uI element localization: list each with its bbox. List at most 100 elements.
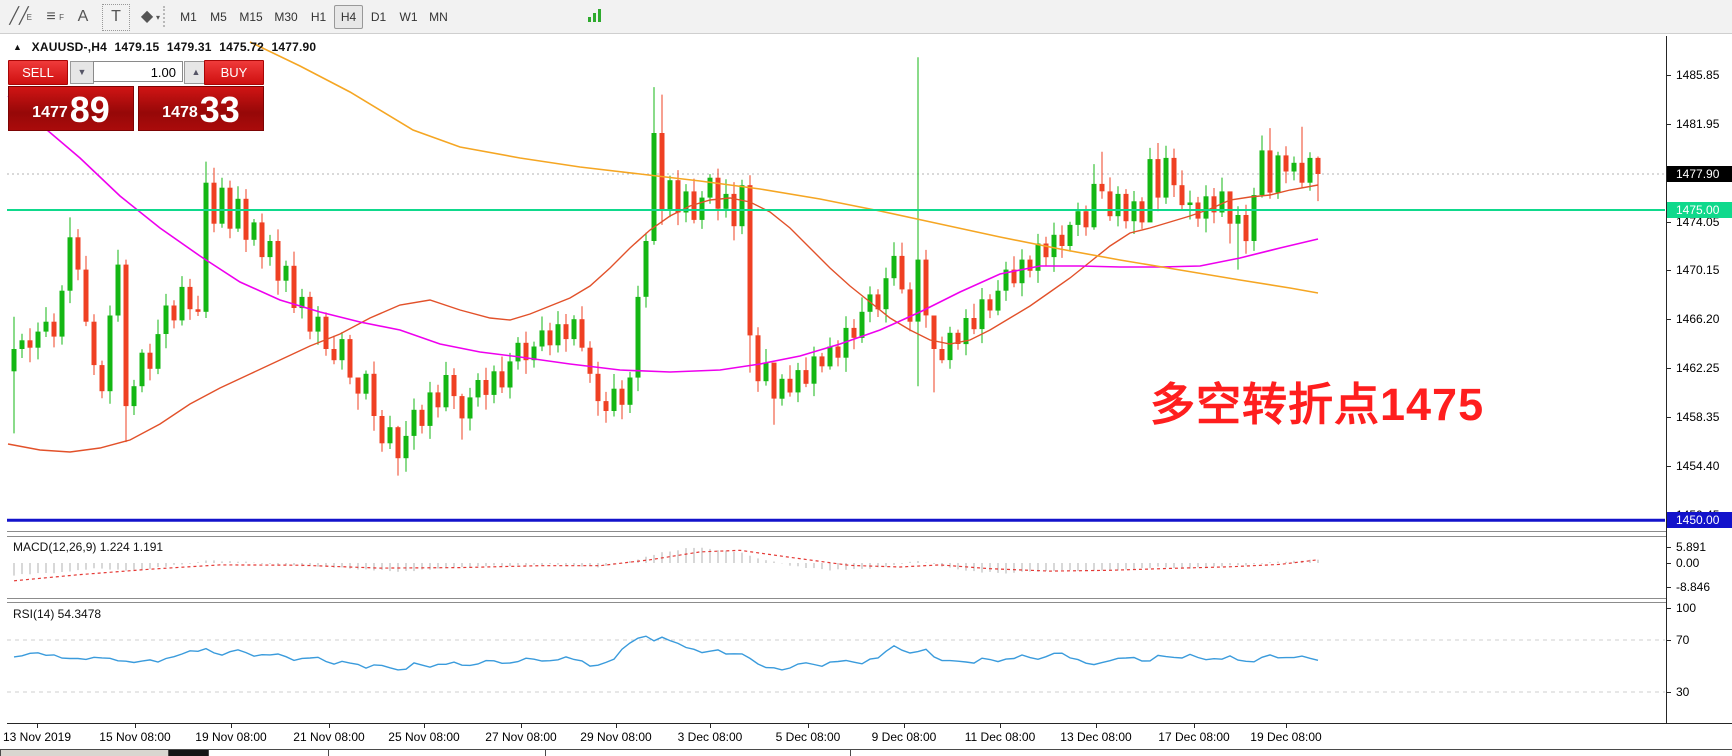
panel-divider[interactable] <box>7 531 1666 532</box>
macd-indicator-panel[interactable] <box>7 537 1666 598</box>
indicator-axis-tick <box>1667 563 1671 564</box>
time-axis-label: 9 Dec 08:00 <box>872 730 937 744</box>
indicator-axis-tick <box>1667 547 1671 548</box>
trading-terminal: ╱╱E≡FAT◆▾ M1M5M15M30H1H4D1W1MN ▲ XAUUSD-… <box>0 0 1732 756</box>
time-axis-tick <box>1194 724 1195 728</box>
current-price-badge: 1477.90 <box>1667 166 1732 182</box>
price-axis-tick <box>1667 124 1671 125</box>
fibonacci-tool-icon[interactable]: ≡F <box>38 4 64 29</box>
chart-tab-segment[interactable] <box>328 750 545 756</box>
time-axis-tick <box>135 724 136 728</box>
time-axis-tick <box>521 724 522 728</box>
rsi-label: RSI(14) 54.3478 <box>13 607 101 621</box>
time-axis-label: 13 Nov 2019 <box>3 730 71 744</box>
price-axis-label: 1470.15 <box>1676 263 1719 277</box>
timeframe-button-m1[interactable]: M1 <box>174 5 203 29</box>
buy-price-small: 1478 <box>162 98 198 128</box>
indicator-axis-label: 30 <box>1676 685 1689 699</box>
buy-price-big: 33 <box>200 92 240 128</box>
chart-tab-segment[interactable] <box>168 750 208 756</box>
chart-tab-segment[interactable] <box>545 750 850 756</box>
chart-text-annotation: 多空转折点1475 <box>1150 368 1484 433</box>
toolbar: ╱╱E≡FAT◆▾ M1M5M15M30H1H4D1W1MN <box>0 0 1732 34</box>
time-axis-label: 27 Nov 08:00 <box>485 730 556 744</box>
time-axis-tick <box>904 724 905 728</box>
high-value: 1479.31 <box>167 40 212 54</box>
sell-quote[interactable]: 1477 89 <box>8 86 134 131</box>
time-axis-tick <box>808 724 809 728</box>
time-axis-label: 25 Nov 08:00 <box>388 730 459 744</box>
time-axis-label: 17 Dec 08:00 <box>1158 730 1229 744</box>
time-axis-label: 3 Dec 08:00 <box>678 730 743 744</box>
timeframe-button-m30[interactable]: M30 <box>269 5 303 29</box>
price-axis-tick <box>1667 466 1671 467</box>
rsi-indicator-panel[interactable] <box>7 603 1666 722</box>
time-axis[interactable]: 13 Nov 201915 Nov 08:0019 Nov 08:0021 No… <box>7 723 1732 750</box>
chart-tabs-strip[interactable] <box>0 749 1732 756</box>
quote-row: 1477 89 1478 33 <box>8 86 264 131</box>
trade-controls-row: SELL ▼ 1.00 ▲ BUY <box>8 60 264 84</box>
indicator-axis-label: -8.846 <box>1676 580 1710 594</box>
indicator-axis-tick <box>1667 608 1671 609</box>
time-axis-label: 13 Dec 08:00 <box>1060 730 1131 744</box>
indicator-axis-tick <box>1667 587 1671 588</box>
time-axis-label: 5 Dec 08:00 <box>776 730 841 744</box>
price-axis[interactable]: 1485.851481.951474.051470.151466.201462.… <box>1666 36 1732 749</box>
time-axis-label: 29 Nov 08:00 <box>580 730 651 744</box>
time-axis-tick <box>424 724 425 728</box>
low-value: 1475.72 <box>219 40 264 54</box>
chart-tab-segment[interactable] <box>850 750 1732 756</box>
price-axis-tick <box>1667 368 1671 369</box>
sell-button[interactable]: SELL <box>8 60 68 85</box>
panel-divider[interactable] <box>7 598 1666 599</box>
timeframe-button-h1[interactable]: H1 <box>304 5 333 29</box>
chart-tab-segment[interactable] <box>208 750 328 756</box>
price-axis-label: 1466.20 <box>1676 312 1719 326</box>
toolbar-separator <box>163 6 169 27</box>
text-label-icon[interactable]: A <box>70 4 96 29</box>
time-axis-tick <box>329 724 330 728</box>
price-axis-tick <box>1667 319 1671 320</box>
time-axis-label: 19 Nov 08:00 <box>195 730 266 744</box>
chart-tab-segment[interactable] <box>0 750 168 756</box>
time-axis-label: 15 Nov 08:00 <box>99 730 170 744</box>
connection-status-icon <box>588 8 602 22</box>
indicator-axis-label: 5.891 <box>1676 540 1706 554</box>
symbol-period-label: XAUUSD-,H4 <box>32 40 107 54</box>
text-box-icon[interactable]: T <box>102 4 130 31</box>
price-axis-tick <box>1667 75 1671 76</box>
buy-button[interactable]: BUY <box>204 60 264 85</box>
indicator-axis-tick <box>1667 640 1671 641</box>
timeframe-button-m5[interactable]: M5 <box>204 5 233 29</box>
sell-price-big: 89 <box>70 92 110 128</box>
time-axis-label: 19 Dec 08:00 <box>1250 730 1321 744</box>
time-axis-tick <box>710 724 711 728</box>
price-axis-tick <box>1667 417 1671 418</box>
time-axis-label: 11 Dec 08:00 <box>965 730 1036 744</box>
volume-decrease-button[interactable]: ▼ <box>70 61 94 84</box>
arrows-tool-icon[interactable]: ◆▾ <box>134 4 160 29</box>
time-axis-tick <box>1286 724 1287 728</box>
price-level-badge: 1475.00 <box>1667 202 1732 218</box>
price-axis-label: 1458.35 <box>1676 410 1719 424</box>
timeframe-button-w1[interactable]: W1 <box>394 5 423 29</box>
channel-tool-icon[interactable]: ╱╱E <box>6 4 32 29</box>
chart-ohlc-header: ▲ XAUUSD-,H4 1479.15 1479.31 1475.72 147… <box>13 40 320 54</box>
timeframe-button-h4[interactable]: H4 <box>334 5 363 29</box>
price-axis-label: 1485.85 <box>1676 68 1719 82</box>
time-axis-tick <box>231 724 232 728</box>
price-level-badge: 1450.00 <box>1667 512 1732 528</box>
time-axis-label: 21 Nov 08:00 <box>293 730 364 744</box>
buy-quote[interactable]: 1478 33 <box>138 86 264 131</box>
collapse-arrow-icon[interactable]: ▲ <box>13 42 22 52</box>
open-value: 1479.15 <box>115 40 160 54</box>
price-axis-tick <box>1667 270 1671 271</box>
sell-price-small: 1477 <box>32 98 68 128</box>
time-axis-tick <box>1000 724 1001 728</box>
timeframe-button-mn[interactable]: MN <box>424 5 453 29</box>
price-axis-label: 1454.40 <box>1676 459 1719 473</box>
volume-input[interactable]: 1.00 <box>93 61 183 82</box>
indicator-axis-label: 0.00 <box>1676 556 1699 570</box>
timeframe-button-d1[interactable]: D1 <box>364 5 393 29</box>
timeframe-button-m15[interactable]: M15 <box>234 5 268 29</box>
